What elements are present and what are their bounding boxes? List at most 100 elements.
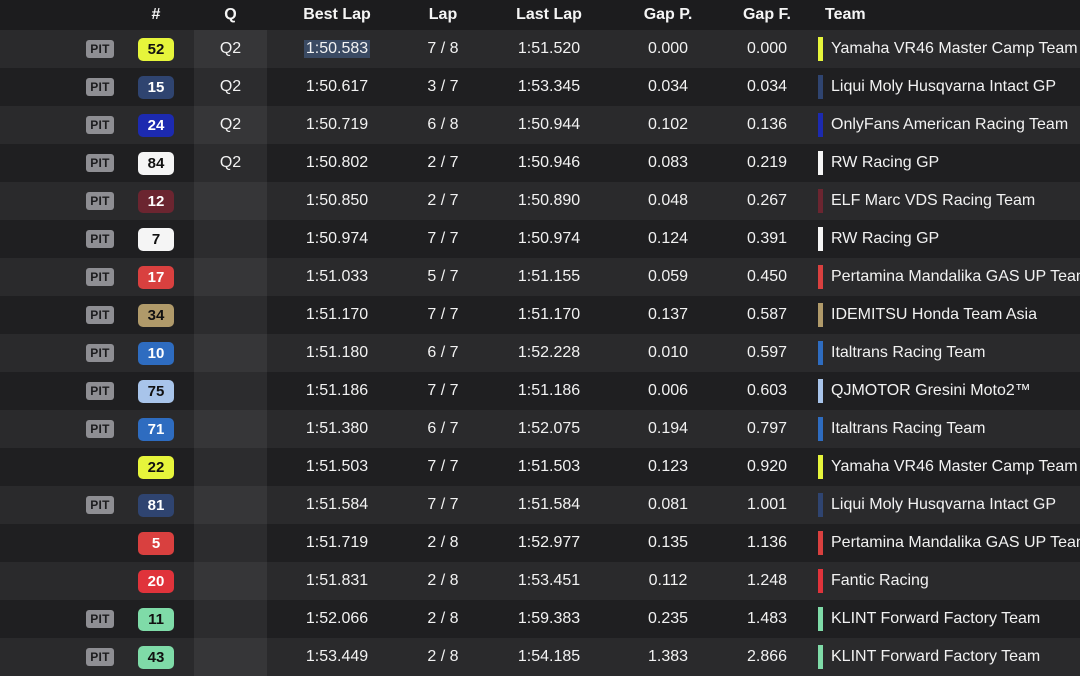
header-q[interactable]: Q <box>194 0 267 30</box>
team-name: KLINT Forward Factory Team <box>831 648 1041 665</box>
gap-first-cell: 0.267 <box>746 192 788 209</box>
qualifying-cell <box>194 372 267 410</box>
rider-number-cell: 5 <box>130 524 182 562</box>
table-row[interactable]: PIT 75 1:51.186 7 / 7 1:51.186 0.006 0.603 QJMO… <box>0 372 1080 410</box>
best-lap-cell: 1:51.033 <box>305 268 369 285</box>
lap-count-cell: 3 / 7 <box>427 78 459 95</box>
rider-number-badge: 17 <box>138 265 174 289</box>
header-number[interactable]: # <box>130 0 182 30</box>
team-name: OnlyFans American Racing Team <box>831 116 1069 133</box>
best-lap-selected-text[interactable]: 1:50.583 <box>303 40 371 58</box>
team-color-bar <box>818 227 823 251</box>
last-lap-cell: 1:50.974 <box>517 230 581 247</box>
table-row[interactable]: PIT 43 1:53.449 2 / 8 1:54.185 1.383 2.866 KLIN… <box>0 638 1080 676</box>
best-lap-cell: 1:51.584 <box>305 496 369 513</box>
team-color-bar <box>818 341 823 365</box>
rider-number-cell: 34 <box>130 296 182 334</box>
team-cell: Pertamina Mandalika GAS UP Team <box>818 524 1080 562</box>
table-row[interactable]: PIT 12 1:50.850 2 / 7 1:50.890 0.048 0.267 ELF … <box>0 182 1080 220</box>
lap-count-cell: 5 / 7 <box>427 268 459 285</box>
qualifying-cell <box>194 638 267 676</box>
qualifying-cell <box>194 220 267 258</box>
last-lap-cell: 1:53.451 <box>517 572 581 589</box>
rider-number-cell: 10 <box>130 334 182 372</box>
team-name: Pertamina Mandalika GAS UP Team <box>831 534 1080 551</box>
table-row[interactable]: PIT 71 1:51.380 6 / 7 1:52.075 0.194 0.797 Ital… <box>0 410 1080 448</box>
table-row[interactable]: PIT 81 1:51.584 7 / 7 1:51.584 0.081 1.001 Liqu… <box>0 486 1080 524</box>
header-best-lap[interactable]: Best Lap <box>267 0 407 30</box>
gap-previous-cell: 1.383 <box>647 648 689 665</box>
gap-previous-cell: 0.137 <box>647 306 689 323</box>
qualifying-cell: Q2 <box>219 116 242 133</box>
table-row[interactable]: PIT 7 1:50.974 7 / 7 1:50.974 0.124 0.391 RW Ra… <box>0 220 1080 258</box>
team-cell: Pertamina Mandalika GAS UP Team <box>818 258 1080 296</box>
qualifying-cell <box>194 296 267 334</box>
gap-previous-cell: 0.112 <box>648 572 688 589</box>
pit-badge: PIT <box>86 116 114 134</box>
header-last-lap[interactable]: Last Lap <box>479 0 619 30</box>
last-lap-cell: 1:59.383 <box>517 610 581 627</box>
team-name: Yamaha VR46 Master Camp Team <box>831 40 1078 57</box>
header-gap-first[interactable]: Gap F. <box>717 0 817 30</box>
header-lap[interactable]: Lap <box>407 0 479 30</box>
pit-badge: PIT <box>86 496 114 514</box>
pit-badge: PIT <box>86 268 114 286</box>
best-lap-cell: 1:50.974 <box>305 230 369 247</box>
header-team[interactable]: Team <box>818 0 1080 30</box>
last-lap-cell: 1:52.075 <box>517 420 581 437</box>
lap-count-cell: 7 / 7 <box>427 230 459 247</box>
team-cell: ELF Marc VDS Racing Team <box>818 182 1080 220</box>
table-row[interactable]: PIT 52 Q2 1:50.583 7 / 8 1:51.520 0.000 0.000 Ya… <box>0 30 1080 68</box>
pit-cell: PIT <box>80 600 120 638</box>
gap-previous-cell: 0.059 <box>647 268 689 285</box>
header-gap-previous[interactable]: Gap P. <box>619 0 717 30</box>
last-lap-cell: 1:50.944 <box>517 116 581 133</box>
lap-count-cell: 2 / 7 <box>427 154 459 171</box>
pit-badge: PIT <box>86 154 114 172</box>
lap-count-cell: 2 / 8 <box>427 572 459 589</box>
gap-first-cell: 1.136 <box>746 534 788 551</box>
qualifying-cell <box>194 600 267 638</box>
team-color-bar <box>818 645 823 669</box>
table-row[interactable]: PIT 84 Q2 1:50.802 2 / 7 1:50.946 0.083 0.219 RW… <box>0 144 1080 182</box>
team-name: Yamaha VR46 Master Camp Team <box>831 458 1078 475</box>
pit-cell: PIT <box>80 486 120 524</box>
team-color-bar <box>818 569 823 593</box>
team-cell: Italtrans Racing Team <box>818 334 1080 372</box>
table-row[interactable]: PIT 34 1:51.170 7 / 7 1:51.170 0.137 0.587 IDEM… <box>0 296 1080 334</box>
gap-first-cell: 0.034 <box>746 78 788 95</box>
table-row[interactable]: 22 1:51.503 7 / 7 1:51.503 0.123 0.920 Yamaha … <box>0 448 1080 486</box>
gap-first-cell: 1.001 <box>746 496 788 513</box>
table-row[interactable]: PIT 24 Q2 1:50.719 6 / 8 1:50.944 0.102 0.136 On… <box>0 106 1080 144</box>
rider-number-badge: 5 <box>138 531 174 555</box>
team-cell: Yamaha VR46 Master Camp Team <box>818 448 1080 486</box>
gap-first-cell: 0.597 <box>746 344 788 361</box>
rider-number-cell: 24 <box>130 106 182 144</box>
table-row[interactable]: PIT 11 1:52.066 2 / 8 1:59.383 0.235 1.483 KLIN… <box>0 600 1080 638</box>
rider-number-badge: 75 <box>138 379 174 403</box>
table-row[interactable]: PIT 17 1:51.033 5 / 7 1:51.155 0.059 0.450 Pert… <box>0 258 1080 296</box>
rider-number-cell: 7 <box>130 220 182 258</box>
team-color-bar <box>818 113 823 137</box>
last-lap-cell: 1:52.228 <box>517 344 581 361</box>
best-lap-cell: 1:51.186 <box>305 382 369 399</box>
rider-number-cell: 11 <box>130 600 182 638</box>
lap-count-cell: 7 / 7 <box>427 496 459 513</box>
team-cell: Liqui Moly Husqvarna Intact GP <box>818 68 1080 106</box>
team-color-bar <box>818 455 823 479</box>
rider-number-badge: 10 <box>138 341 174 365</box>
pit-badge: PIT <box>86 192 114 210</box>
best-lap-cell: 1:51.170 <box>305 306 369 323</box>
table-row[interactable]: PIT 15 Q2 1:50.617 3 / 7 1:53.345 0.034 0.034 Li… <box>0 68 1080 106</box>
rider-number-badge: 11 <box>138 607 174 631</box>
gap-first-cell: 0.450 <box>746 268 788 285</box>
lap-count-cell: 7 / 7 <box>427 382 459 399</box>
table-row[interactable]: PIT 10 1:51.180 6 / 7 1:52.228 0.010 0.597 Ital… <box>0 334 1080 372</box>
best-lap-cell: 1:50.583 <box>267 30 407 68</box>
rider-number-cell: 75 <box>130 372 182 410</box>
qualifying-cell <box>194 486 267 524</box>
table-row[interactable]: 20 1:51.831 2 / 8 1:53.451 0.112 1.248 Fantic … <box>0 562 1080 600</box>
rider-number-cell: 22 <box>130 448 182 486</box>
table-row[interactable]: 5 1:51.719 2 / 8 1:52.977 0.135 1.136 Pertamin… <box>0 524 1080 562</box>
best-lap-cell: 1:50.719 <box>305 116 369 133</box>
